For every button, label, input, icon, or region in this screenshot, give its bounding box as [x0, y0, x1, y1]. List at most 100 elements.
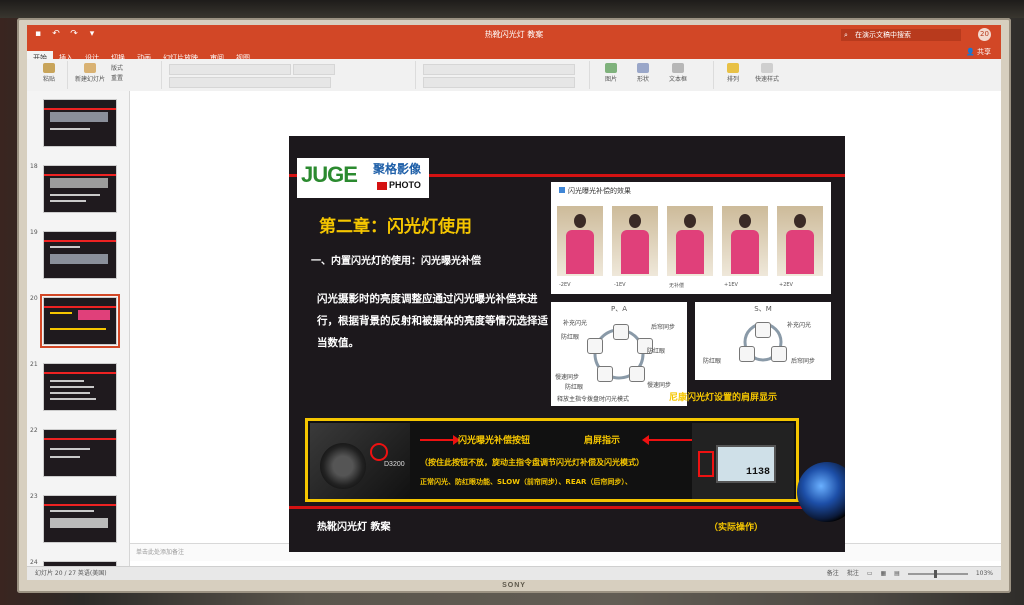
slide-thumbnail[interactable]: [43, 99, 117, 147]
status-bar: 幻灯片 20 / 27 英语(美国) 备注 批注 ▭ ▦ ▤ 103%: [27, 566, 1001, 580]
thumb-number: 22: [30, 427, 38, 434]
photos-title: 闪光曝光补偿的效果: [568, 187, 631, 195]
camera-front-photo: D3200: [310, 423, 410, 499]
clipboard-group: 粘贴: [31, 61, 68, 89]
shape-icon: [637, 63, 649, 73]
callout-label-button: 闪光曝光补偿按钮: [458, 436, 531, 446]
slide-thumbnail-pane: 18 19 20 21 22 23 24: [27, 91, 130, 571]
zoom-level[interactable]: 103%: [976, 567, 993, 580]
diagram-cycle-arrows: [743, 322, 783, 362]
slide-thumbnail-selected[interactable]: [40, 294, 120, 348]
font-group: [165, 61, 416, 89]
sample-photo: [667, 206, 713, 276]
quick-styles-label: 快速样式: [754, 76, 779, 83]
flash-button-callout: D3200 闪光曝光补偿按钮 肩屏指示 （按住此按钮不放，旋动主指令盘调节闪光灯…: [305, 418, 799, 502]
flash-mode-icon: [755, 322, 771, 338]
drawing-group: 图片 形状 文本框: [593, 61, 714, 89]
thumb-number: 21: [30, 361, 38, 368]
notes-placeholder: 单击此处添加备注: [136, 549, 185, 556]
slide-body-text: 闪光摄影时的亮度调整应通过闪光曝光补偿来进行，根据背景的反射和被摄体的亮度等情况…: [317, 293, 548, 349]
diagram-node: 补充闪光: [563, 320, 588, 327]
flash-mode-icon: [629, 366, 645, 382]
slide-thumbnail[interactable]: [43, 165, 117, 213]
flash-mode-icon: [613, 324, 629, 340]
sorter-view-icon[interactable]: ▦: [881, 567, 887, 580]
flash-mode-icon: [739, 346, 755, 362]
chapter-title: 第二章：闪光灯使用: [319, 217, 472, 237]
font-size-select[interactable]: [293, 64, 335, 75]
paragraph-group: [419, 61, 590, 89]
slide-footer-right: （实际操作）: [709, 523, 764, 533]
layout-button[interactable]: 版式: [111, 63, 151, 72]
normal-view-icon[interactable]: ▭: [867, 567, 873, 580]
diagram-node: 防红眼: [565, 384, 584, 391]
reading-view-icon[interactable]: ▤: [894, 567, 900, 580]
lcd-panel: 1138: [716, 445, 776, 483]
logo-photo-text: PHOTO: [389, 180, 421, 190]
diagram-caption: 尼康闪光灯设置的肩屏显示: [669, 393, 778, 403]
juge-logo: JUGE 聚格影像 PHOTO: [297, 158, 429, 198]
camera-top-lcd-photo: 1138: [692, 423, 794, 499]
reset-button[interactable]: 重置: [111, 73, 151, 82]
textbox-button[interactable]: 文本框: [661, 63, 695, 83]
share-icon: 👤: [966, 48, 975, 56]
comments-toggle[interactable]: 批注: [847, 567, 859, 580]
layout-label: 版式: [111, 65, 124, 72]
ev-label: -2EV: [559, 282, 571, 288]
textbox-icon: [672, 63, 684, 73]
font-name-select[interactable]: [169, 64, 291, 75]
diagram-node: 后帘同步: [651, 324, 676, 331]
arrange-icon: [727, 63, 739, 73]
shape-label: 形状: [636, 76, 649, 83]
slide-thumbnail[interactable]: [43, 231, 117, 279]
account-avatar[interactable]: 20: [978, 28, 991, 41]
arrange-button[interactable]: 排列: [719, 63, 747, 83]
diagram-footer: 释放主指令拨盘时闪光模式: [557, 396, 630, 403]
paste-button[interactable]: 粘贴: [35, 63, 63, 83]
current-slide[interactable]: JUGE 聚格影像 PHOTO 第二章：闪光灯使用 一、内置闪光灯的使用：闪光曝…: [289, 136, 845, 552]
diagram-node: 慢速同步: [647, 382, 672, 389]
slides-group: 新建幻灯片 版式 重置: [71, 61, 162, 89]
slide-footer-left: 热靴闪光灯 教案: [317, 522, 391, 533]
title-bar: ▪ ↶ ↷ ▾ 热靴闪光灯 教案 ⌕ 在演示文稿中搜索 20: [27, 25, 1001, 45]
share-button[interactable]: 👤 共享: [966, 45, 991, 59]
thumb-number: 18: [30, 163, 38, 170]
photo-scene: SONY ▪ ↶ ↷ ▾ 热靴闪光灯 教案 ⌕ 在演示文稿中搜索 20 开始 插入…: [0, 0, 1024, 605]
callout-label-lcd: 肩屏指示: [584, 436, 621, 446]
search-icon: ⌕: [844, 31, 848, 39]
flash-comp-button-marker: [370, 443, 388, 461]
callout-instruction: （按住此按钮不放，旋动主指令盘调节闪光灯补偿及闪光模式）: [420, 458, 644, 467]
logo-cn-text: 聚格影像: [373, 162, 422, 176]
lens-decoration: [797, 462, 845, 522]
photos-heading: 闪光曝光补偿的效果: [559, 186, 631, 196]
flash-mode-icon: [771, 346, 787, 362]
paragraph-row-1[interactable]: [423, 64, 575, 75]
picture-button[interactable]: 图片: [597, 63, 625, 83]
monitor-bezel: SONY ▪ ↶ ↷ ▾ 热靴闪光灯 教案 ⌕ 在演示文稿中搜索 20 开始 插入…: [17, 18, 1011, 593]
new-slide-icon: [84, 63, 96, 73]
status-right: 备注 批注 ▭ ▦ ▤ 103%: [827, 567, 993, 580]
zoom-slider[interactable]: [907, 570, 968, 578]
textbox-label: 文本框: [668, 76, 687, 83]
logo-photo: PHOTO: [377, 180, 421, 190]
shape-button[interactable]: 形状: [629, 63, 657, 83]
thumb-number: 20: [30, 295, 38, 302]
diagram-node: 补充闪光: [787, 322, 812, 329]
quick-styles-button[interactable]: 快速样式: [749, 63, 785, 83]
new-slide-button[interactable]: 新建幻灯片: [75, 63, 105, 83]
search-input[interactable]: ⌕ 在演示文稿中搜索: [841, 29, 961, 41]
share-label: 共享: [977, 48, 991, 56]
flash-comp-photos: 闪光曝光补偿的效果 -2EV -1EV 无补偿 +1EV +2EV: [551, 182, 831, 294]
font-format-row[interactable]: [169, 77, 331, 88]
thumb-number: 19: [30, 229, 38, 236]
notes-toggle[interactable]: 备注: [827, 567, 839, 580]
reset-label: 重置: [111, 75, 124, 82]
ev-label: 无补偿: [669, 283, 685, 289]
slide-thumbnail[interactable]: [43, 495, 117, 543]
ribbon-tabs: 开始 插入 设计 切换 动画 幻灯片放映 审阅 视图 👤 共享: [27, 45, 1001, 65]
paragraph-row-2[interactable]: [423, 77, 575, 88]
slide-thumbnail[interactable]: [43, 363, 117, 411]
slide-thumbnail[interactable]: [43, 429, 117, 477]
arrange-group: 排列 快速样式: [717, 61, 787, 89]
picture-label: 图片: [604, 76, 617, 83]
